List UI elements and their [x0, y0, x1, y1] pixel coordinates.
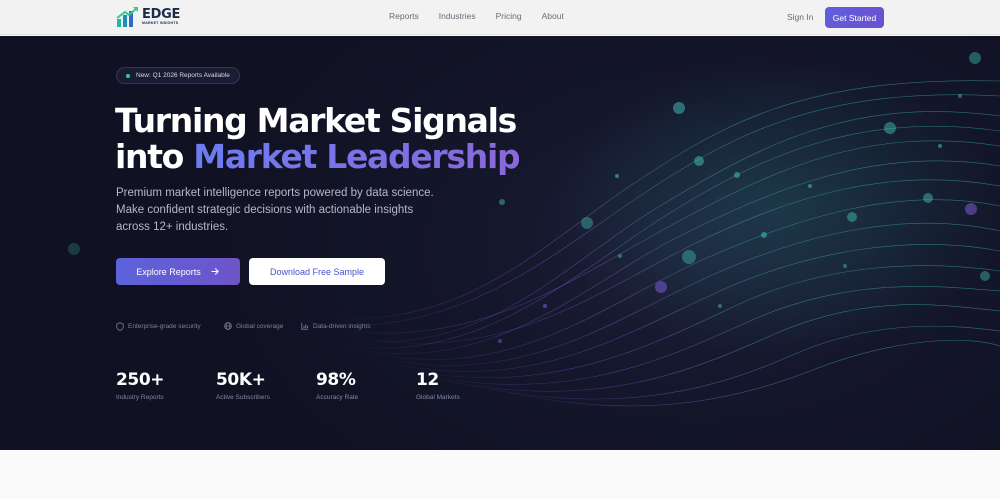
brand-logo[interactable]: EDGE MARKET INSIGHTS: [116, 6, 180, 28]
headline-accent: Market Leadership: [193, 137, 520, 176]
explore-reports-label: Explore Reports: [136, 266, 201, 277]
globe-icon: [224, 322, 232, 330]
hero-headline: Turning Market Signals into Market Leade…: [115, 101, 521, 176]
stat-label: Industry Reports: [116, 394, 164, 401]
logo-wordmark: EDGE MARKET INSIGHTS: [142, 8, 180, 26]
download-sample-button[interactable]: Download Free Sample: [249, 258, 385, 285]
stat-label: Global Markets: [416, 394, 460, 401]
announcement-badge[interactable]: New: Q1 2026 Reports Available: [116, 67, 240, 84]
stat-value: 98%: [316, 370, 356, 390]
brand-name: EDGE: [142, 7, 181, 23]
nav-links: Reports Industries Pricing About: [389, 11, 584, 21]
top-navbar: EDGE MARKET INSIGHTS Reports Industries …: [0, 0, 1000, 35]
stat-value: 250+: [116, 370, 165, 390]
trust-insights-label: Data-driven insights: [313, 322, 371, 330]
headline-line-2: into Market Leadership: [115, 137, 521, 176]
shield-icon: [116, 322, 124, 331]
trust-item-coverage: Global coverage: [224, 322, 283, 330]
brand-tagline: MARKET INSIGHTS: [142, 21, 179, 26]
announcement-text: New: Q1 2026 Reports Available: [136, 72, 230, 79]
stat-accuracy: 98% Accuracy Rate: [316, 370, 358, 401]
next-section: [0, 450, 1000, 499]
stat-label: Active Subscribers: [216, 394, 270, 401]
nav-link-pricing[interactable]: Pricing: [496, 11, 522, 21]
trust-item-insights: Data-driven insights: [301, 322, 370, 330]
status-dot: [126, 73, 130, 78]
hero-subtitle: Premium market intelligence reports powe…: [116, 187, 434, 233]
headline-line-1: Turning Market Signals: [115, 101, 517, 140]
nav-link-reports[interactable]: Reports: [389, 11, 419, 21]
get-started-button[interactable]: Get Started: [825, 7, 884, 28]
logo-icon: [116, 7, 138, 27]
trust-security-label: Enterprise-grade security: [128, 323, 201, 330]
nav-link-industries[interactable]: Industries: [439, 11, 476, 21]
stat-reports: 250+ Industry Reports: [116, 370, 165, 401]
stat-markets: 12 Global Markets: [416, 370, 460, 401]
stat-label: Accuracy Rate: [316, 394, 359, 401]
sign-in-link[interactable]: Sign In: [787, 12, 813, 22]
trust-coverage-label: Global coverage: [236, 322, 284, 330]
headline-plain: into: [115, 137, 184, 176]
hero-section: New: Q1 2026 Reports Available Turning M…: [0, 36, 1000, 450]
stat-value: 12: [416, 370, 439, 390]
trust-item-security: Enterprise-grade security: [116, 322, 201, 331]
stat-value: 50K+: [216, 370, 266, 390]
stat-subscribers: 50K+ Active Subscribers: [216, 370, 270, 401]
arrow-right-icon: [211, 268, 219, 275]
bar-chart-icon: [301, 322, 309, 330]
nav-link-about[interactable]: About: [542, 11, 564, 21]
explore-reports-button[interactable]: Explore Reports: [116, 258, 240, 285]
